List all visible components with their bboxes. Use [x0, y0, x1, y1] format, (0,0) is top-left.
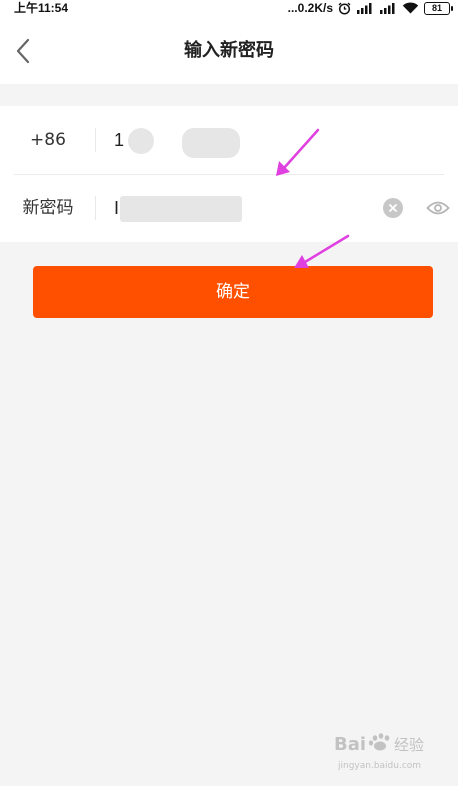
battery-icon: 81: [424, 1, 453, 15]
baidu-jingyan-watermark-logo: Bai 经验 jingyan.baidu.com: [334, 733, 424, 771]
new-password-label: 新密码: [22, 198, 74, 218]
back-chevron-icon: [16, 38, 30, 64]
status-time: 上午11:54: [14, 1, 69, 15]
svg-text:经验: 经验: [394, 736, 424, 754]
redaction-mask: [128, 128, 154, 154]
page-title: 输入新密码: [184, 40, 274, 61]
status-bar: 上午11:54 ...0.2K/s 81: [0, 0, 458, 18]
back-button[interactable]: [8, 36, 38, 66]
field-divider: [95, 128, 96, 152]
clear-input-button[interactable]: [383, 198, 403, 218]
field-divider: [95, 196, 96, 220]
password-row: 新密码 I 6: [0, 174, 458, 242]
signal-icon: [380, 3, 395, 14]
svg-text:Bai: Bai: [334, 734, 366, 755]
close-icon: [389, 204, 397, 212]
wifi-icon: [402, 2, 419, 14]
toggle-password-visibility-button[interactable]: [425, 198, 451, 218]
country-code-label: +86: [30, 130, 66, 150]
redaction-mask: [182, 128, 240, 158]
section-gap: [0, 84, 458, 106]
reset-password-form: +86 1 *** 新密码 I 6: [0, 106, 458, 242]
alarm-icon: [338, 2, 351, 15]
signal-hd-icon: [357, 3, 372, 14]
svg-text:jingyan.baidu.com: jingyan.baidu.com: [337, 761, 421, 771]
battery-level: 81: [431, 2, 442, 13]
nav-bar: 输入新密码: [0, 18, 458, 84]
confirm-button[interactable]: 确定: [33, 266, 433, 318]
redaction-mask: [120, 196, 242, 222]
status-icons: ...0.2K/s 81: [287, 0, 453, 16]
network-speed: ...0.2K/s: [287, 1, 333, 15]
eye-icon: [426, 201, 450, 215]
phone-row: +86 1 ***: [0, 106, 458, 174]
